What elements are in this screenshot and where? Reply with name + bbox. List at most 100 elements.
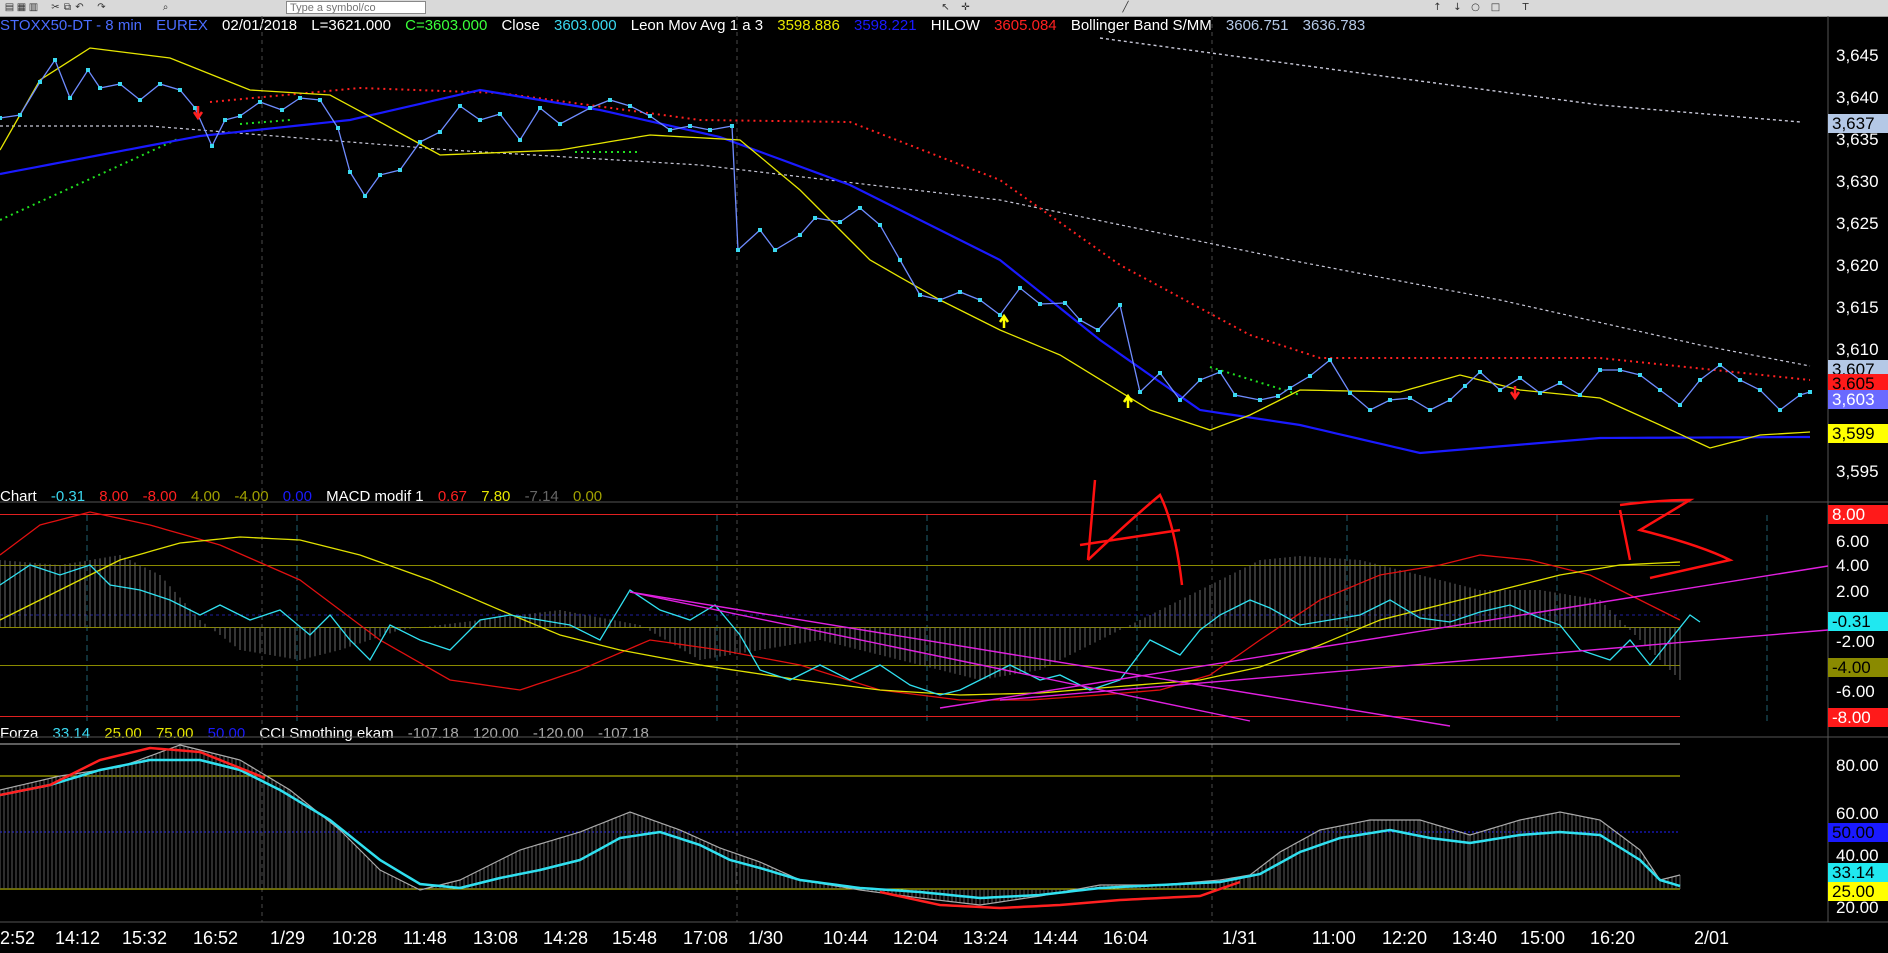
price-point — [18, 113, 22, 117]
time-axis-label: 10:28 — [332, 928, 378, 948]
redo-icon[interactable]: ↷ — [96, 2, 107, 13]
ma-slow-line — [0, 88, 1811, 455]
price-point — [1063, 301, 1067, 305]
hilow-line — [209, 86, 1811, 381]
time-axis-label: 13:24 — [963, 928, 1009, 948]
time-axis-label: 13:08 — [473, 928, 519, 948]
arrow-down-icon[interactable]: ↓ — [1452, 2, 1463, 13]
open-icon[interactable]: ▤ — [4, 2, 15, 13]
price-point — [458, 104, 462, 108]
price-point — [378, 173, 382, 177]
price-point — [1308, 374, 1312, 378]
annotation-1a-drawing — [1079, 479, 1184, 586]
price-point — [1218, 370, 1222, 374]
price-point — [298, 96, 302, 100]
price-point — [138, 98, 142, 102]
price-point — [348, 170, 352, 174]
macd-mid-upper-band — [0, 565, 1680, 566]
zoom-icon[interactable]: ⌕ — [160, 2, 171, 13]
price-point — [518, 138, 522, 142]
price-point — [736, 248, 740, 252]
price-line — [0, 58, 1811, 411]
text-icon[interactable]: T — [1520, 2, 1531, 13]
price-point — [1138, 390, 1142, 394]
price-point — [1428, 408, 1432, 412]
support-green-1 — [0, 137, 181, 221]
macd-line — [0, 511, 1681, 701]
symbol-search-input[interactable] — [286, 1, 426, 14]
price-point — [86, 68, 90, 72]
price-point — [938, 298, 942, 302]
price-point — [1718, 363, 1722, 367]
price-point — [336, 126, 340, 130]
time-axis-label: 12:04 — [893, 928, 939, 948]
price-point — [68, 96, 72, 100]
forza-oversold-line — [879, 880, 1241, 910]
price-point — [998, 313, 1002, 317]
crosshair-icon[interactable]: ✛ — [960, 2, 971, 13]
cut-icon[interactable]: ✂ — [50, 2, 61, 13]
price-axis-label: 3,615 — [1836, 298, 1879, 317]
time-axis-label: 14:28 — [543, 928, 589, 948]
undo-icon[interactable]: ↶ — [74, 2, 85, 13]
chart-canvas[interactable] — [0, 16, 1888, 953]
price-point — [1558, 381, 1562, 385]
price-point — [958, 290, 962, 294]
copy-icon[interactable]: ⧉ — [62, 2, 73, 13]
arrow-up-icon[interactable]: ↑ — [1432, 2, 1443, 13]
price-point — [1198, 378, 1202, 382]
ma-fast-line — [0, 47, 1811, 449]
cursor-icon[interactable]: ↖ — [940, 2, 951, 13]
price-axis-label: 3,640 — [1836, 88, 1879, 107]
price-point — [668, 128, 672, 132]
trend-line-up-1 — [939, 565, 1829, 709]
time-axis-label: 11:00 — [1312, 928, 1356, 948]
macd-axis-label: 2.00 — [1836, 582, 1870, 601]
save-icon[interactable]: ▦ — [16, 2, 27, 13]
cci-badge: 50.00 — [1828, 823, 1888, 842]
time-axis-label: 2/01 — [1694, 928, 1730, 948]
trend-line-down-1 — [629, 591, 1251, 722]
price-badge: 3,637 — [1828, 114, 1888, 133]
price-point — [1448, 398, 1452, 402]
price-point — [708, 128, 712, 132]
price-point — [1018, 286, 1022, 290]
line-icon[interactable]: ╱ — [1120, 2, 1131, 13]
price-point — [978, 298, 982, 302]
macd-axis-label: 4.00 — [1836, 556, 1870, 575]
price-point — [398, 168, 402, 172]
price-point — [1328, 358, 1332, 362]
time-axis-label: 16:04 — [1103, 928, 1149, 948]
cci-axis-label: 60.00 — [1836, 804, 1879, 823]
buy-arrow-icon — [998, 313, 1010, 328]
time-axis-label: 15:48 — [612, 928, 658, 948]
price-point — [1078, 318, 1082, 322]
price-point — [478, 118, 482, 122]
price-point — [538, 106, 542, 110]
signal-line — [0, 536, 1681, 696]
price-axis-label: 3,625 — [1836, 214, 1879, 233]
price-point — [1388, 398, 1392, 402]
price-point — [858, 206, 862, 210]
time-axis-label: 13:40 — [1452, 928, 1498, 948]
price-point — [1638, 373, 1642, 377]
print-icon[interactable]: ▥ — [28, 2, 39, 13]
price-point — [193, 106, 197, 110]
price-point — [1778, 408, 1782, 412]
ellipse-icon[interactable]: ○ — [1470, 2, 1481, 13]
time-axis-label: 15:32 — [122, 928, 168, 948]
price-point — [363, 194, 367, 198]
price-point — [1276, 394, 1280, 398]
price-point — [223, 118, 227, 122]
cci-axis-label: 20.00 — [1836, 898, 1879, 917]
price-point — [38, 80, 42, 84]
price-badge: 3,599 — [1828, 424, 1888, 443]
price-point — [1738, 378, 1742, 382]
price-axis-label: 3,645 — [1836, 46, 1879, 65]
support-green-2 — [239, 119, 291, 125]
price-point — [178, 88, 182, 92]
rectangle-icon[interactable]: □ — [1490, 2, 1501, 13]
price-point — [608, 98, 612, 102]
price-point — [1258, 398, 1262, 402]
time-axis-label: 1/29 — [270, 928, 306, 948]
